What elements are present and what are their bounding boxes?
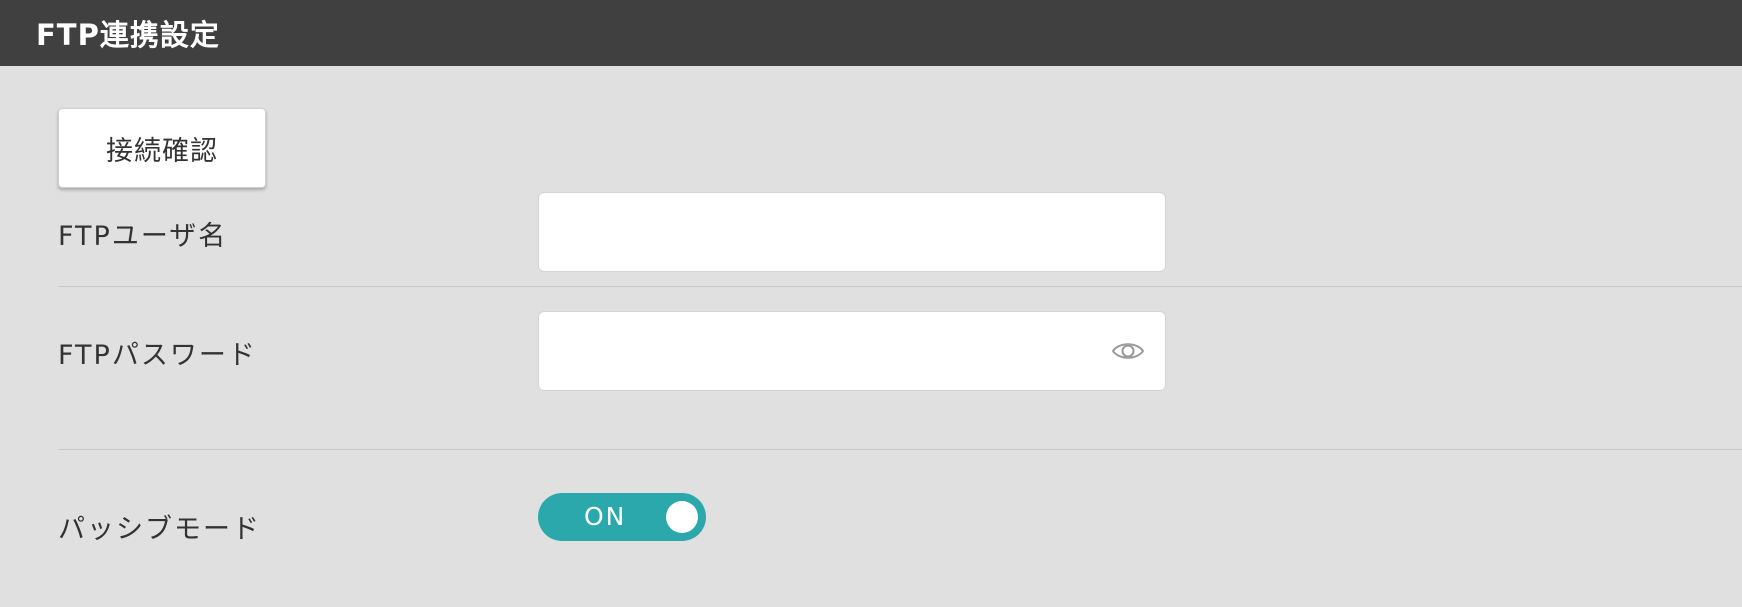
row-divider: [58, 286, 1742, 287]
eye-icon[interactable]: [1111, 337, 1145, 365]
toggle-knob: [666, 501, 698, 533]
password-label: FTPパスワード: [58, 340, 257, 371]
passive-mode-toggle[interactable]: ON: [538, 493, 706, 541]
connection-check-button[interactable]: 接続確認: [58, 108, 266, 188]
toggle-state-label: ON: [584, 502, 627, 531]
page-title: FTP連携設定: [36, 18, 220, 52]
page-header: FTP連携設定: [0, 0, 1742, 66]
passive-mode-label: パッシブモード: [58, 514, 261, 545]
ftp-username-input[interactable]: [538, 192, 1166, 272]
settings-panel: 接続確認 FTPユーザ名 FTPパスワード パッシブモード ON: [0, 66, 1742, 607]
passive-mode-row: パッシブモード: [58, 497, 1742, 553]
ftp-password-input[interactable]: [538, 311, 1166, 391]
username-label: FTPユーザ名: [58, 221, 228, 252]
row-divider: [58, 449, 1742, 450]
